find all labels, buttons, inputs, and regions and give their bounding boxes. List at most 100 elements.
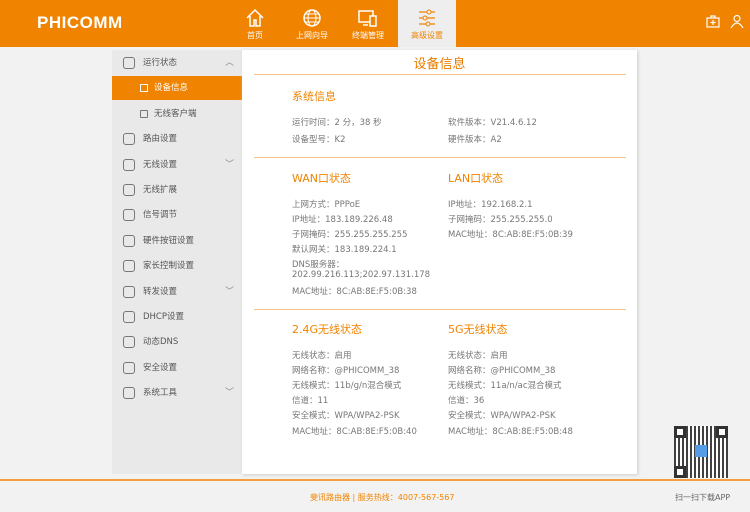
section-title-wan: WAN口状态	[292, 172, 352, 185]
info-row: 安全模式：WPA/WPA2-PSK	[448, 411, 556, 421]
footer-divider	[0, 479, 750, 481]
sidebar-item[interactable]: 设备信息	[112, 76, 242, 101]
sidebar-item-label: 系统工具	[143, 388, 178, 399]
sidebar-item-label: 运行状态	[143, 58, 178, 68]
chevron-icon[interactable]: ﹀	[225, 153, 234, 177]
section-title-w24: 2.4G无线状态	[292, 323, 363, 336]
sidebar-item-label: 硬件按钮设置	[143, 235, 195, 246]
info-row: MAC地址：8C:AB:8E:F5:0B:39	[448, 230, 573, 240]
info-row: DNS服务器：	[292, 260, 345, 270]
nav-label: 终端管理	[352, 31, 384, 40]
menu-icon	[123, 133, 135, 146]
divider	[254, 74, 626, 75]
header: PHICOMM 首页 上网向导 终端管理 高级设置	[0, 0, 750, 47]
sidebar-item[interactable]: 转发设置 ﹀	[112, 280, 242, 304]
menu-icon	[140, 84, 148, 93]
sidebar-item[interactable]: 系统工具 ﹀	[112, 381, 242, 405]
sidebar-item[interactable]: 路由设置	[112, 127, 242, 151]
menu-icon	[123, 158, 135, 171]
sidebar-item-label: 无线客户端	[154, 108, 197, 119]
sidebar-item[interactable]: DHCP设置	[112, 305, 242, 329]
info-row: IP地址：192.168.2.1	[448, 200, 533, 210]
sidebar-item-label: 家长控制设置	[143, 261, 195, 272]
section-title-w5: 5G无线状态	[448, 323, 508, 336]
menu-icon	[123, 234, 135, 247]
info-row: 网络名称：@PHICOMM_38	[292, 366, 400, 376]
info-row: 安全模式：WPA/WPA2-PSK	[292, 411, 400, 421]
chevron-icon[interactable]: ﹀	[225, 381, 234, 405]
divider	[254, 309, 626, 310]
menu-icon	[123, 260, 135, 273]
devices-icon	[358, 10, 377, 27]
content-panel: 设备信息 系统信息 运行时间：2 分，38 秒 软件版本：V21.4.6.12 …	[242, 50, 637, 474]
info-row: 信道：11	[292, 396, 329, 406]
info-row: 网络名称：@PHICOMM_38	[448, 366, 556, 376]
chevron-icon[interactable]: ﹀	[225, 280, 234, 304]
sidebar-item-label: 无线设置	[143, 159, 178, 170]
sidebar-item-label: 转发设置	[143, 286, 178, 297]
sidebar-item[interactable]: 安全设置	[112, 356, 242, 380]
sidebar-item[interactable]: 运行状态 ︿	[112, 51, 242, 75]
menu-icon	[123, 311, 135, 323]
info-row: 上网方式：PPPoE	[292, 200, 361, 210]
info-row: 202.99.216.113;202.97.131.178	[292, 270, 431, 280]
sidebar-item[interactable]: 动态DNS	[112, 330, 242, 354]
app-logo-icon	[695, 445, 707, 457]
nav-advanced[interactable]: 高级设置	[398, 0, 456, 47]
globe-icon	[303, 9, 321, 27]
sidebar-item[interactable]: 无线设置 ﹀	[112, 153, 242, 177]
sidebar-item[interactable]: 家长控制设置	[112, 254, 242, 278]
menu-icon	[123, 336, 135, 349]
nav-devices[interactable]: 终端管理	[344, 0, 392, 47]
menu-icon	[123, 209, 135, 222]
user-icon[interactable]	[730, 14, 744, 28]
toolbox-icon[interactable]	[706, 14, 720, 28]
menu-icon	[123, 57, 135, 69]
nav-label: 高级设置	[411, 31, 443, 40]
footer-hotline: 斐讯路由器 | 服务热线：4007-567-567	[310, 493, 455, 502]
sidebar-item-label: 设备信息	[154, 83, 189, 94]
sidebar-item-label: 无线扩展	[143, 185, 178, 195]
sidebar-item[interactable]: 信号调节	[112, 203, 242, 227]
info-row: 默认网关：183.189.224.1	[292, 245, 397, 255]
uptime: 运行时间：2 分，38 秒	[292, 118, 382, 128]
divider	[254, 157, 626, 158]
sidebar-item-label: 信号调节	[143, 210, 178, 221]
info-row: IP地址：183.189.226.48	[292, 215, 393, 225]
qr-code	[674, 426, 728, 478]
menu-icon	[123, 387, 135, 400]
menu-icon	[123, 184, 135, 196]
logo: PHICOMM	[37, 13, 123, 32]
sliders-icon	[419, 9, 435, 27]
sidebar-item-label: DHCP设置	[143, 312, 184, 322]
nav-label: 首页	[247, 31, 263, 40]
sidebar-item-label: 路由设置	[143, 134, 178, 145]
page-title: 设备信息	[413, 57, 466, 72]
info-row: 无线模式：11a/n/ac混合模式	[448, 381, 562, 391]
info-row: MAC地址：8C:AB:8E:F5:0B:38	[292, 287, 417, 297]
chevron-icon[interactable]: ︿	[225, 51, 234, 75]
hardware-version: 硬件版本：A2	[448, 135, 502, 145]
info-row: 信道：36	[448, 396, 485, 406]
sidebar-item-label: 动态DNS	[143, 337, 179, 348]
menu-icon	[123, 285, 135, 298]
footer-app-download: 扫一扫下载APP	[675, 493, 731, 502]
sidebar-item[interactable]: 无线扩展	[112, 178, 242, 202]
info-row: 无线状态：启用	[448, 351, 508, 361]
info-row: 无线状态：启用	[292, 351, 352, 361]
sidebar-item[interactable]: 无线客户端	[112, 102, 242, 126]
device-model: 设备型号：K2	[292, 135, 346, 145]
info-row: MAC地址：8C:AB:8E:F5:0B:48	[448, 427, 573, 437]
software-version: 软件版本：V21.4.6.12	[448, 118, 537, 128]
sidebar-item[interactable]: 硬件按钮设置	[112, 229, 242, 253]
info-row: 无线模式：11b/g/n混合模式	[292, 381, 402, 391]
nav-label: 上网向导	[296, 31, 328, 40]
section-title-system: 系统信息	[292, 90, 336, 103]
info-row: 子网掩码：255.255.255.0	[448, 215, 553, 225]
nav-wizard[interactable]: 上网向导	[288, 0, 336, 47]
section-title-lan: LAN口状态	[448, 172, 504, 185]
menu-icon	[123, 361, 135, 374]
menu-icon	[140, 109, 148, 118]
info-row: MAC地址：8C:AB:8E:F5:0B:40	[292, 427, 417, 437]
nav-home[interactable]: 首页	[233, 0, 277, 47]
